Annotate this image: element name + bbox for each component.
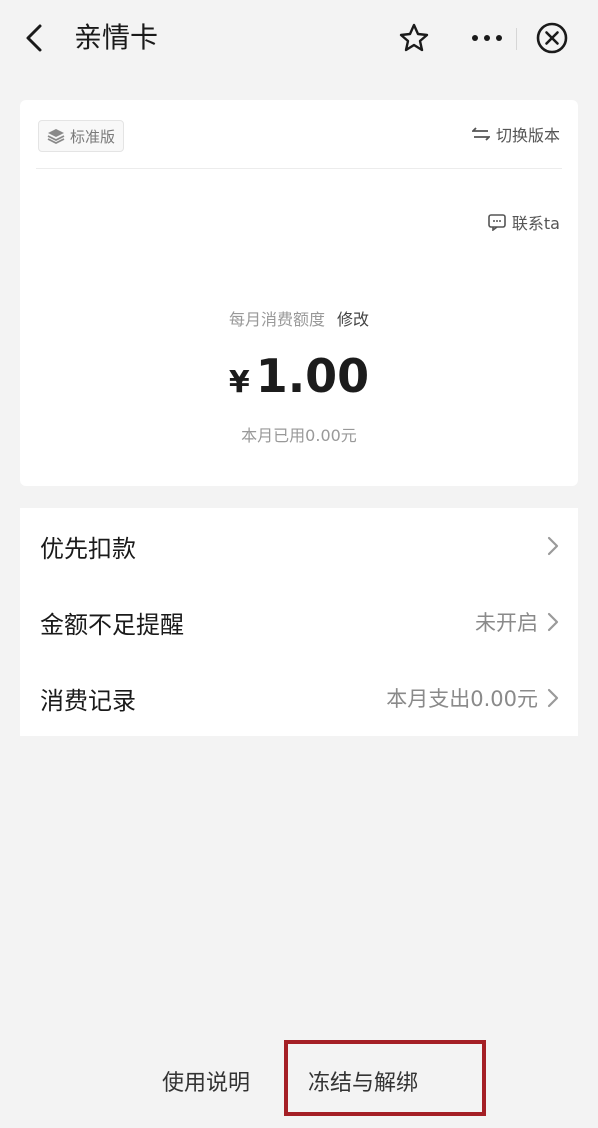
monthly-limit-label: 每月消费额度	[228, 310, 325, 329]
list-item-low-balance-alert[interactable]: 金额不足提醒 未开启	[20, 584, 578, 660]
monthly-limit-amount: ¥1.00	[20, 348, 578, 411]
amount-value: 1.00	[255, 349, 370, 403]
usage-instructions-link[interactable]: 使用说明	[162, 1066, 250, 1102]
settings-list: 优先扣款 金额不足提醒 未开启 消费记录 本月支出0.00元	[20, 508, 578, 736]
close-circle-icon[interactable]	[534, 20, 570, 56]
version-badge: 标准版	[38, 120, 125, 152]
star-icon[interactable]	[396, 20, 432, 56]
switch-version-button[interactable]: 切换版本	[471, 122, 560, 146]
contact-ta-button[interactable]: 联系ta	[488, 210, 560, 234]
highlight-box	[284, 1040, 486, 1116]
list-item-spending-records[interactable]: 消费记录 本月支出0.00元	[20, 660, 578, 736]
card-divider	[36, 168, 562, 169]
list-item-label: 金额不足提醒	[40, 610, 184, 639]
list-item-priority-payment[interactable]: 优先扣款	[20, 508, 578, 584]
chevron-right-icon	[547, 536, 559, 556]
chevron-right-icon	[547, 688, 559, 708]
list-item-value: 未开启	[475, 611, 538, 635]
list-item-label: 消费记录	[40, 686, 136, 715]
version-badge-label: 标准版	[70, 127, 116, 146]
monthly-limit-row: 每月消费额度 修改	[20, 306, 578, 330]
more-icon[interactable]	[466, 20, 508, 56]
chevron-right-icon	[547, 612, 559, 632]
toolbar-divider	[516, 28, 517, 50]
family-card-panel: 标准版 切换版本 联系ta 每月消费额度 修改 ¥1.00 本月已用0.00元	[20, 100, 578, 486]
chat-icon	[488, 213, 506, 231]
back-arrow-icon[interactable]	[20, 20, 52, 56]
swap-icon	[471, 127, 490, 141]
layers-icon	[47, 129, 65, 144]
list-item-value: 本月支出0.00元	[386, 687, 538, 711]
top-bar: 亲情卡	[0, 0, 598, 78]
modify-limit-link[interactable]: 修改	[337, 310, 369, 329]
contact-ta-label: 联系ta	[511, 214, 560, 233]
page-title: 亲情卡	[74, 21, 159, 54]
used-this-month: 本月已用0.00元	[241, 426, 357, 445]
currency-symbol: ¥	[228, 365, 250, 400]
switch-version-label: 切换版本	[495, 126, 560, 145]
list-item-label: 优先扣款	[40, 534, 136, 563]
